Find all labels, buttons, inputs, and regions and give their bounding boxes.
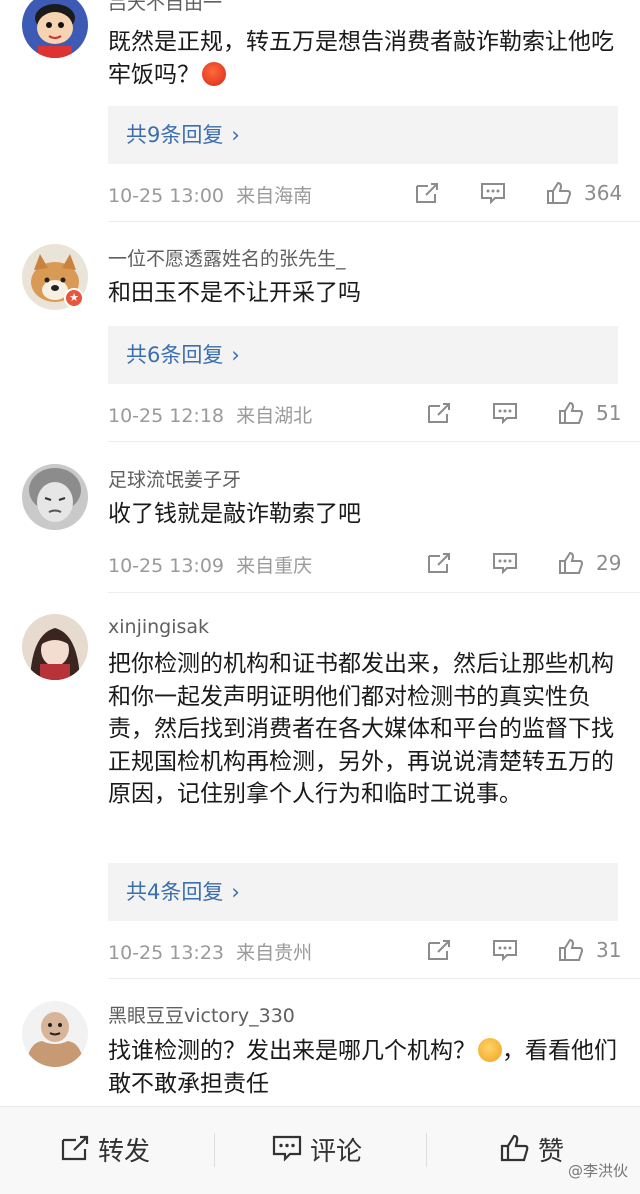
like-icon[interactable] xyxy=(546,181,572,205)
username[interactable]: 足球流氓姜子牙 xyxy=(108,465,241,492)
comment-meta: 10-25 13:09 来自重庆 29 xyxy=(108,551,622,579)
comment-icon xyxy=(272,1135,302,1162)
like-count: 364 xyxy=(584,181,623,205)
divider xyxy=(426,1133,427,1167)
username[interactable]: 一位不愿透露姓名的张先生_ xyxy=(108,244,346,271)
repost-icon[interactable] xyxy=(426,938,452,962)
comment-icon[interactable] xyxy=(492,401,518,425)
comment-text: 和田玉不是不让开采了吗 xyxy=(108,280,361,306)
username[interactable]: xinjingisak xyxy=(108,616,209,638)
muscle-meme-avatar[interactable] xyxy=(22,1001,88,1067)
comment-icon[interactable] xyxy=(480,181,506,205)
watermark: @李洪伙 xyxy=(567,1162,628,1180)
comment-text: 收了钱就是敲诈勒索了吧 xyxy=(108,501,361,527)
comment-text: 既然是正规，转五万是想告消费者敲诈勒索让他吃牢饭吗？ xyxy=(108,29,614,88)
view-replies-button[interactable]: 共9条回复 › xyxy=(108,106,618,164)
divider xyxy=(108,221,640,222)
cartoon-boy-avatar[interactable] xyxy=(22,0,88,58)
angry-face-emoji xyxy=(202,61,226,86)
anime-character-avatar[interactable] xyxy=(22,614,88,680)
comment-icon[interactable] xyxy=(492,551,518,575)
divider xyxy=(108,978,640,979)
comment-meta: 10-25 13:00 来自海南 364 xyxy=(108,181,623,209)
chevron-right-icon: › xyxy=(231,343,240,367)
like-count: 51 xyxy=(596,401,622,425)
repost-icon[interactable] xyxy=(426,401,452,425)
comment-meta: 10-25 13:23 来自贵州 31 xyxy=(108,938,622,966)
divider xyxy=(108,592,640,593)
divider xyxy=(214,1133,215,1167)
timestamp: 10-25 13:00 来自海南 xyxy=(108,185,313,207)
comment-text: 找谁检测的？发出来是哪几个机构？ ，看看他们敢不敢承担责任 xyxy=(108,1038,617,1097)
divider xyxy=(108,441,640,442)
timestamp: 10-25 13:09 来自重庆 xyxy=(108,555,313,577)
repost-icon xyxy=(61,1135,89,1161)
like-icon[interactable] xyxy=(558,938,584,962)
timestamp: 10-25 13:23 来自贵州 xyxy=(108,942,313,964)
view-replies-button[interactable]: 共4条回复 › xyxy=(108,863,618,921)
bottom-action-bar: 转发 评论 赞 xyxy=(0,1106,640,1194)
timestamp: 10-25 12:18 来自湖北 xyxy=(108,405,313,427)
like-icon xyxy=(500,1134,529,1162)
verified-badge-icon: ★ xyxy=(64,288,84,308)
comment-meta: 10-25 12:18 来自湖北 51 xyxy=(108,401,622,429)
comment-text: 把你检测的机构和证书都发出来，然后让那些机构和你一起发声明证明他们都对检测书的真… xyxy=(108,651,614,807)
username[interactable]: 吕天不自由一 xyxy=(108,0,222,15)
like-icon[interactable] xyxy=(558,401,584,425)
chevron-right-icon: › xyxy=(231,123,240,147)
view-replies-button[interactable]: 共6条回复 › xyxy=(108,326,618,384)
repost-icon[interactable] xyxy=(426,551,452,575)
chevron-right-icon: › xyxy=(231,880,240,904)
like-icon[interactable] xyxy=(558,551,584,575)
grumpy-girl-avatar[interactable] xyxy=(22,464,88,530)
repost-icon[interactable] xyxy=(414,181,440,205)
like-count: 29 xyxy=(596,551,622,575)
username[interactable]: 黑眼豆豆victory_330 xyxy=(108,1001,295,1028)
yum-face-emoji xyxy=(478,1038,502,1062)
like-count: 31 xyxy=(596,938,622,962)
comment-icon[interactable] xyxy=(492,938,518,962)
